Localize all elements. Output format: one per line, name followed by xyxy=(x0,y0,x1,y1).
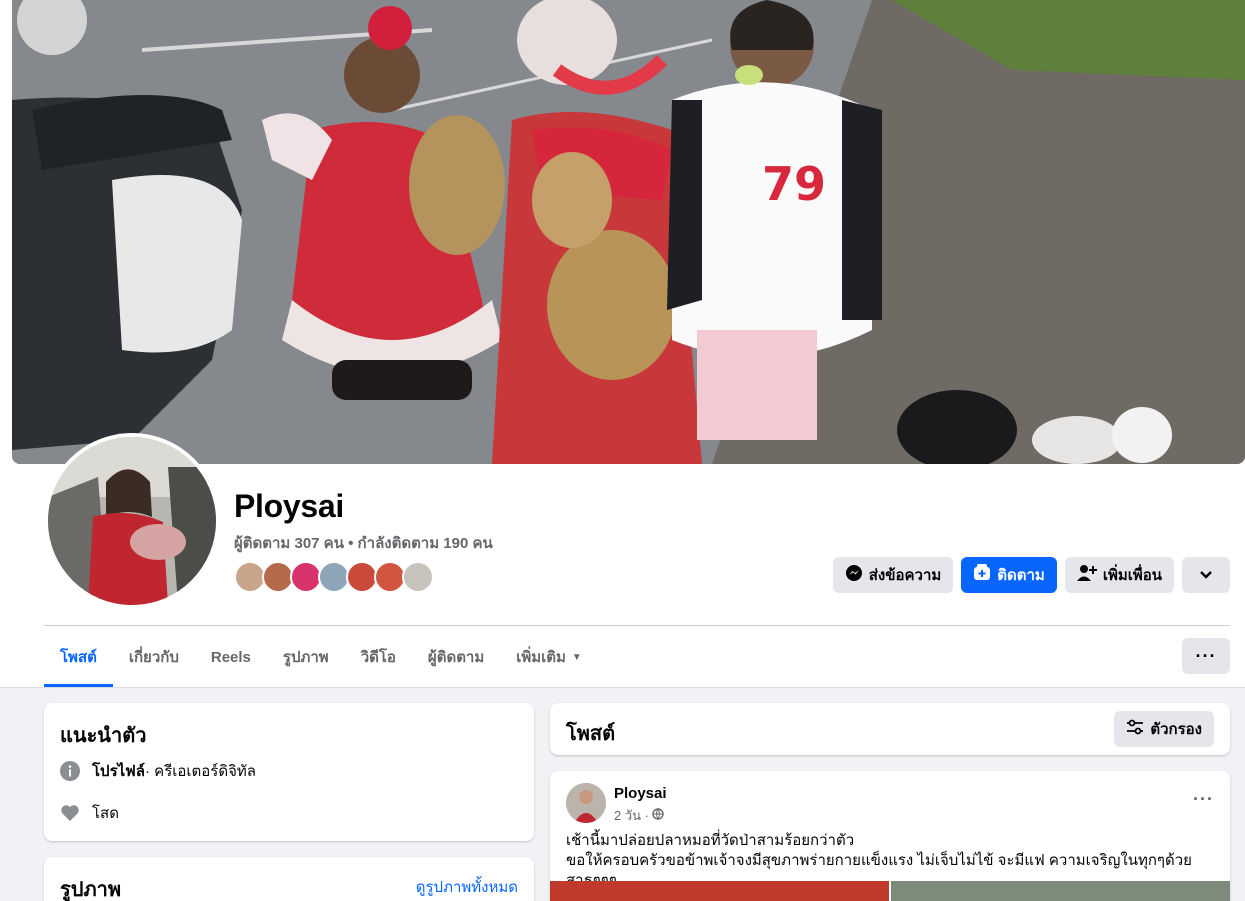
svg-text:79: 79 xyxy=(762,157,826,211)
ellipsis-icon: ··· xyxy=(1195,645,1217,666)
post-photo[interactable] xyxy=(550,881,889,901)
profile-content: แนะนำตัว โปรไฟล์ · ครีเอเตอร์ดิจิทัล โสด… xyxy=(0,687,1245,901)
filter-label: ตัวกรอง xyxy=(1150,721,1202,738)
tab-more[interactable]: เพิ่มเติม ▼ xyxy=(500,627,598,687)
profile-avatar[interactable] xyxy=(48,437,216,605)
tabs-overflow-button[interactable]: ··· xyxy=(1182,638,1230,674)
cover-photo[interactable]: 79 xyxy=(12,0,1245,464)
follow-button[interactable]: ติดตาม xyxy=(961,557,1057,593)
intro-card: แนะนำตัว โปรไฟล์ · ครีเอเตอร์ดิจิทัล โสด xyxy=(44,703,534,841)
tab-posts[interactable]: โพสต์ xyxy=(44,627,113,687)
post-timestamp[interactable]: 2 วัน · xyxy=(614,805,664,826)
tab-reels[interactable]: Reels xyxy=(195,627,267,687)
filter-button[interactable]: ตัวกรอง xyxy=(1114,711,1214,747)
heart-icon xyxy=(60,803,80,823)
post-card: Ploysai 2 วัน · ··· เช้านี้มาปล่อยปลาหมอ… xyxy=(550,771,1230,901)
post-author-name[interactable]: Ploysai xyxy=(614,785,667,802)
tab-followers[interactable]: ผู้ติดตาม xyxy=(412,627,500,687)
add-friend-label: เพิ่มเพื่อน xyxy=(1102,567,1162,584)
follow-icon xyxy=(973,564,991,586)
tab-photos[interactable]: รูปภาพ xyxy=(267,627,345,687)
post-options-icon[interactable]: ··· xyxy=(1193,789,1214,810)
post-time-text: 2 วัน · xyxy=(614,808,649,823)
photos-title: รูปภาพ xyxy=(60,879,122,901)
posts-header-card: โพสต์ ตัวกรอง xyxy=(550,703,1230,755)
tab-posts-label: โพสต์ xyxy=(60,649,97,666)
tab-videos[interactable]: วิดีโอ xyxy=(345,627,412,687)
add-friend-button[interactable]: เพิ่มเพื่อน xyxy=(1064,557,1174,593)
tab-photos-label: รูปภาพ xyxy=(282,649,329,666)
globe-icon xyxy=(652,808,664,823)
tab-more-label: เพิ่มเติม xyxy=(516,649,566,666)
intro-profile-row: โปรไฟล์ · ครีเอเตอร์ดิจิทัล xyxy=(60,759,256,783)
profile-tabs: โพสต์ เกี่ยวกับ Reels รูปภาพ วิดีโอ ผู้ต… xyxy=(44,627,598,687)
intro-relationship-row: โสด xyxy=(60,801,119,825)
post-text-line: เช้านี้มาปล่อยปลาหมอที่วัดป่าสามร้อยกว่า… xyxy=(566,832,855,849)
follower-stats[interactable]: ผู้ติดตาม 307 คน • กำลังติดตาม 190 คน xyxy=(234,531,493,555)
post-author-avatar[interactable] xyxy=(566,783,606,823)
message-button[interactable]: ส่งข้อความ xyxy=(832,557,954,593)
profile-actions: ส่งข้อความ ติดตาม เพิ่มเพื่อน xyxy=(832,557,1230,593)
filter-sliders-icon xyxy=(1126,719,1144,739)
add-friend-icon xyxy=(1076,564,1097,586)
photos-card: รูปภาพ ดูรูปภาพทั้งหมด xyxy=(44,857,534,901)
post-photo[interactable] xyxy=(891,881,1230,901)
header-divider xyxy=(44,625,1230,626)
follow-label: ติดตาม xyxy=(997,567,1045,584)
posts-title: โพสต์ xyxy=(566,723,616,745)
message-label: ส่งข้อความ xyxy=(868,567,942,584)
more-actions-button[interactable] xyxy=(1182,557,1230,593)
intro-profile-label: โปรไฟล์ xyxy=(92,763,145,780)
see-all-photos-link[interactable]: ดูรูปภาพทั้งหมด xyxy=(416,875,518,899)
intro-title: แนะนำตัว xyxy=(60,725,147,747)
tab-about-label: เกี่ยวกับ xyxy=(128,649,179,666)
profile-name: Ploysai xyxy=(234,488,344,524)
relationship-status: โสด xyxy=(92,805,119,822)
friend-avatar[interactable] xyxy=(402,561,434,593)
messenger-icon xyxy=(845,564,863,586)
intro-profile-value: · ครีเอเตอร์ดิจิทัล xyxy=(145,763,256,780)
profile-avatar-image xyxy=(48,437,216,605)
tab-reels-label: Reels xyxy=(210,648,251,666)
tab-videos-label: วิดีโอ xyxy=(360,649,396,666)
caret-down-icon: ▼ xyxy=(571,651,582,663)
tab-about[interactable]: เกี่ยวกับ xyxy=(113,627,195,687)
profile-avatar-frame[interactable] xyxy=(44,433,220,609)
cover-photo-illustration: 79 xyxy=(12,0,1245,464)
tab-followers-label: ผู้ติดตาม xyxy=(427,649,485,666)
friend-avatar-stack[interactable] xyxy=(234,561,434,593)
chevron-down-icon xyxy=(1199,567,1213,584)
info-icon xyxy=(60,761,80,781)
